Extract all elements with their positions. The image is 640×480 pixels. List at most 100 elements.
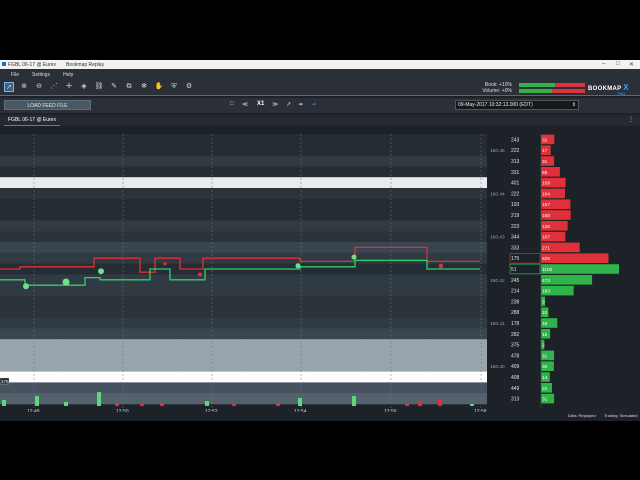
heatmap-cell bbox=[182, 188, 244, 200]
sliders-icon[interactable]: ⚙ bbox=[184, 82, 194, 92]
load-feed-button[interactable]: LOAD FEED FILE bbox=[4, 100, 91, 110]
cqc-value: 473 bbox=[542, 278, 550, 284]
heatmap-cell bbox=[243, 177, 305, 189]
heatmap-cell bbox=[60, 285, 123, 297]
volume-bar bbox=[64, 402, 68, 406]
heatmap-chart[interactable]: 12:4812:5012:5212:5412:5612:58375COBCQC1… bbox=[0, 134, 640, 420]
heatmap-cell bbox=[121, 231, 184, 243]
heatmap-cell bbox=[243, 242, 305, 254]
zoom-in-icon[interactable]: ⊕ bbox=[19, 82, 29, 92]
heatmap-cell bbox=[121, 371, 184, 383]
jump-icon[interactable]: ↗ bbox=[286, 101, 291, 108]
book-size: 478 bbox=[511, 353, 520, 359]
heatmap-cell bbox=[182, 296, 244, 308]
heatmap-cell bbox=[121, 382, 184, 394]
book-size: 449 bbox=[511, 386, 520, 392]
trade-bubble bbox=[98, 268, 104, 275]
heatmap-cell bbox=[426, 188, 488, 200]
pointer-icon[interactable]: ➚ bbox=[4, 82, 14, 92]
heatmap-cell bbox=[243, 328, 305, 340]
shield-icon[interactable]: ⛨ bbox=[169, 82, 179, 92]
cqc-value: 14 bbox=[542, 375, 548, 381]
more-icon[interactable]: ⋮ bbox=[628, 116, 634, 123]
volume-bar bbox=[438, 400, 442, 406]
heatmap-cell bbox=[0, 144, 62, 156]
speed-label[interactable]: X1 bbox=[257, 101, 264, 107]
book-size: 333 bbox=[511, 245, 520, 251]
heatmap-cell bbox=[60, 350, 123, 362]
cqc-value: 1102 bbox=[542, 267, 553, 273]
snowflake-icon[interactable]: ✻ bbox=[139, 82, 149, 92]
step-icon[interactable]: ↠ bbox=[298, 101, 303, 108]
volume-bar bbox=[140, 404, 144, 406]
volume-bar bbox=[470, 404, 474, 406]
stop-icon[interactable]: □ bbox=[230, 101, 234, 107]
tab-fgbl[interactable]: FGBL 06-17 @ Eurex bbox=[4, 115, 60, 126]
app-icon bbox=[2, 62, 6, 66]
heatmap-cell bbox=[304, 393, 366, 405]
heatmap-cell bbox=[365, 209, 427, 221]
cqc-value: 48 bbox=[542, 321, 548, 327]
fill-icon[interactable]: ◈ bbox=[79, 82, 89, 92]
heatmap-cell bbox=[304, 155, 366, 167]
book-size: 245 bbox=[511, 278, 520, 284]
crosshair-icon[interactable]: ✛ bbox=[64, 82, 74, 92]
replay-navbar: LOAD FEED FILE □ ≪ X1 ≫ ↗ ↠ ⊸ 09-May-201… bbox=[0, 98, 640, 113]
heatmap-cell bbox=[365, 382, 427, 394]
heatmap-cell bbox=[60, 393, 123, 405]
menu-help[interactable]: Help bbox=[63, 72, 73, 78]
left-marker-label: 375 bbox=[1, 379, 9, 384]
heatmap-cell bbox=[304, 188, 366, 200]
cqc-value: 17 bbox=[542, 148, 548, 154]
key-icon[interactable]: ⊸ bbox=[311, 101, 316, 108]
heatmap-cell bbox=[182, 198, 244, 210]
heatmap-cell bbox=[365, 155, 427, 167]
heatmap-cell bbox=[426, 134, 488, 146]
heatmap-cell bbox=[121, 393, 184, 405]
menu-file[interactable]: File bbox=[11, 72, 19, 78]
book-size: 175 bbox=[511, 256, 520, 262]
cqc-value: 107 bbox=[542, 235, 550, 241]
minimize-button[interactable]: – bbox=[602, 61, 605, 67]
title-bar: FGBL 06-17 @ Eurex Bookmap Replay – □ ✕ bbox=[0, 60, 640, 69]
cqc-value: 160 bbox=[542, 213, 550, 219]
datetime-select[interactable]: 09-May-2017 10:32:13.000 (EDT) ⇕ bbox=[455, 100, 579, 110]
heatmap-cell bbox=[426, 231, 488, 243]
heatmap-cell bbox=[182, 209, 244, 221]
heatmap-cell bbox=[426, 252, 488, 264]
heatmap-cell bbox=[243, 371, 305, 383]
heatmap-cell bbox=[60, 317, 123, 329]
heatmap-cell bbox=[0, 360, 62, 372]
heatmap-cell bbox=[365, 317, 427, 329]
heatmap-cell bbox=[243, 393, 305, 405]
heatmap-cell bbox=[426, 350, 488, 362]
heatmap-cell bbox=[426, 220, 488, 232]
hand-icon[interactable]: ✋ bbox=[154, 82, 164, 92]
rewind-icon[interactable]: ≪ bbox=[242, 101, 248, 108]
share-icon[interactable]: ⋰ bbox=[49, 82, 59, 92]
heatmap-cell bbox=[60, 306, 123, 318]
link-icon[interactable]: ⛓ bbox=[94, 82, 104, 92]
menu-settings[interactable]: Settings bbox=[32, 72, 50, 78]
pencil-icon[interactable]: ✎ bbox=[109, 82, 119, 92]
heatmap-cell bbox=[121, 285, 184, 297]
close-button[interactable]: ✕ bbox=[629, 61, 634, 68]
heatmap-cell bbox=[365, 252, 427, 264]
heatmap-cell bbox=[60, 134, 123, 146]
heatmap-cell bbox=[60, 263, 123, 275]
heatmap-cell bbox=[365, 296, 427, 308]
price-label: 160.42 bbox=[490, 278, 505, 284]
zoom-out-icon[interactable]: ⊖ bbox=[34, 82, 44, 92]
book-size: 238 bbox=[511, 299, 520, 305]
cqc-value: 31 bbox=[542, 397, 548, 403]
heatmap-cell bbox=[426, 317, 488, 329]
cqc-value: 193 bbox=[542, 289, 550, 295]
heatmap-cell bbox=[60, 242, 123, 254]
volume-value: +0% bbox=[501, 88, 512, 94]
fast-forward-icon[interactable]: ≫ bbox=[272, 101, 278, 108]
heatmap-cell bbox=[0, 177, 62, 189]
maximize-button[interactable]: □ bbox=[616, 61, 620, 67]
price-label: 160.40 bbox=[490, 364, 505, 370]
layers-icon[interactable]: ⧉ bbox=[124, 82, 134, 92]
book-size: 223 bbox=[511, 224, 520, 230]
